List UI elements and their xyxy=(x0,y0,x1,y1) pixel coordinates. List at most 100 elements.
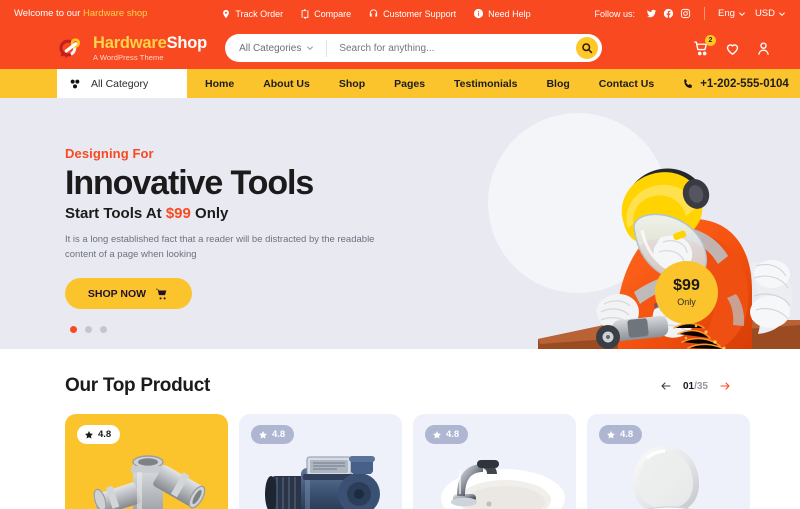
search-category-label: All Categories xyxy=(239,42,302,54)
all-category-dropdown[interactable]: All Category xyxy=(57,69,187,98)
logo-title: HardwareShop xyxy=(93,35,207,52)
product-image xyxy=(65,438,228,509)
welcome-prefix: Welcome to our xyxy=(14,8,83,19)
logo-primary: Hardware xyxy=(93,34,167,52)
hero-copy: Designing For Innovative Tools Start Too… xyxy=(65,146,425,334)
hero-kicker: Designing For xyxy=(65,146,154,161)
products-next-button[interactable] xyxy=(718,380,732,392)
products-slide-current: 01 xyxy=(682,380,695,392)
search-bar: All Categories xyxy=(225,34,603,62)
user-icon xyxy=(755,40,772,57)
chevron-down-icon xyxy=(306,44,314,52)
divider xyxy=(704,7,706,20)
product-card[interactable]: 4.8 xyxy=(587,414,750,509)
logo-text: HardwareShop A WordPress Theme xyxy=(93,35,207,61)
language-label: Eng xyxy=(718,8,735,19)
social-links xyxy=(646,8,691,19)
hero-dot-3[interactable] xyxy=(100,326,107,334)
product-card[interactable]: 4.8 xyxy=(413,414,576,509)
hero-title: Innovative Tools xyxy=(65,164,314,202)
nav-item-contact-us[interactable]: Contact Us xyxy=(599,78,654,90)
products-slide-counter: 01/35 xyxy=(683,381,708,392)
customer-support-link[interactable]: Customer Support xyxy=(368,8,456,19)
page-root: Welcome to our Hardware shop Track Order… xyxy=(0,0,800,509)
section-title: Our Top Product xyxy=(65,375,211,396)
wrench-gear-icon xyxy=(56,33,86,63)
nav-item-blog[interactable]: Blog xyxy=(546,78,569,90)
logo-secondary: Shop xyxy=(166,34,208,52)
welcome-brand: Hardware shop xyxy=(83,8,148,19)
language-selector[interactable]: Eng xyxy=(718,8,746,19)
need-help-label: Need Help xyxy=(488,8,531,19)
cart-button[interactable]: 2 xyxy=(693,34,716,57)
grid-blocks-icon xyxy=(68,77,82,91)
products-prev-button[interactable] xyxy=(659,380,673,392)
compare-label: Compare xyxy=(314,8,352,19)
product-image xyxy=(587,438,750,509)
facebook-icon[interactable] xyxy=(663,8,674,19)
compare-icon xyxy=(300,8,310,19)
site-header: HardwareShop A WordPress Theme All Categ… xyxy=(0,27,800,69)
header-actions: 2 xyxy=(693,34,772,57)
info-icon xyxy=(473,8,484,19)
twitter-icon[interactable] xyxy=(646,8,657,19)
products-slide-total: /35 xyxy=(694,380,708,392)
cart-count-badge: 2 xyxy=(705,34,716,46)
instagram-icon[interactable] xyxy=(680,8,691,19)
hero-description: It is a long established fact that a rea… xyxy=(65,234,375,260)
all-category-label: All Category xyxy=(91,77,149,90)
need-help-link[interactable]: Need Help xyxy=(473,8,531,19)
product-image xyxy=(413,438,576,509)
follow-us-label: Follow us: xyxy=(594,8,636,19)
compare-link[interactable]: Compare xyxy=(300,8,352,19)
search-input[interactable] xyxy=(327,42,577,54)
hero-subtitle-price: $99 xyxy=(165,205,191,223)
wishlist-button[interactable] xyxy=(724,40,741,57)
top-products-section: Our Top Product 01/35 4.8 4.8 4.8 4.8 xyxy=(0,349,800,509)
search-category-dropdown[interactable]: All Categories xyxy=(225,39,328,57)
hero-subtitle-post: Only xyxy=(190,205,229,223)
phone-icon xyxy=(682,78,694,90)
product-card-list: 4.8 4.8 4.8 4.8 xyxy=(0,397,800,509)
nav-item-testimonials[interactable]: Testimonials xyxy=(454,78,517,90)
phone-number: +1-202-555-0104 xyxy=(700,77,789,90)
headset-icon xyxy=(368,8,379,19)
nav-item-shop[interactable]: Shop xyxy=(339,78,365,90)
hero-slider: $99 Only Designing For Innovative Tools … xyxy=(0,98,800,349)
account-button[interactable] xyxy=(755,40,772,57)
currency-selector[interactable]: USD xyxy=(755,8,786,19)
product-card[interactable]: 4.8 xyxy=(65,414,228,509)
heart-icon xyxy=(724,40,741,57)
track-order-link[interactable]: Track Order xyxy=(221,9,283,19)
track-order-label: Track Order xyxy=(235,8,284,19)
nav-links: Home About Us Shop Pages Testimonials Bl… xyxy=(205,69,654,98)
shop-now-button[interactable]: SHOP NOW xyxy=(65,278,192,310)
header-phone[interactable]: +1-202-555-0104 xyxy=(682,69,789,98)
location-pin-icon xyxy=(221,9,231,19)
logo-tagline: A WordPress Theme xyxy=(93,52,164,62)
hero-subtitle-pre: Start Tools At xyxy=(65,205,166,223)
hero-dot-2[interactable] xyxy=(85,326,92,334)
site-logo[interactable]: HardwareShop A WordPress Theme xyxy=(56,33,207,63)
currency-label: USD xyxy=(754,8,775,19)
top-links: Track Order Compare Customer Support Nee… xyxy=(221,8,531,19)
nav-item-pages[interactable]: Pages xyxy=(394,78,425,90)
top-products-header: Our Top Product 01/35 xyxy=(0,349,800,397)
hero-dot-1[interactable] xyxy=(70,326,77,334)
chevron-down-icon xyxy=(738,10,746,18)
hero-badge-note: Only xyxy=(677,297,696,307)
hero-badge-price: $99 xyxy=(673,277,700,294)
product-image xyxy=(239,438,402,509)
search-button[interactable] xyxy=(576,37,599,59)
product-card[interactable]: 4.8 xyxy=(239,414,402,509)
hero-slider-dots xyxy=(65,326,425,334)
nav-item-home[interactable]: Home xyxy=(205,78,234,90)
customer-support-label: Customer Support xyxy=(383,8,457,19)
search-icon xyxy=(581,42,593,54)
nav-item-about-us[interactable]: About Us xyxy=(263,78,310,90)
cart-icon xyxy=(155,287,169,301)
welcome-message: Welcome to our Hardware shop xyxy=(14,8,147,19)
chevron-down-icon xyxy=(778,10,786,18)
products-slider-nav: 01/35 xyxy=(659,380,732,392)
hero-subtitle: Start Tools At $99 Only xyxy=(65,205,425,222)
